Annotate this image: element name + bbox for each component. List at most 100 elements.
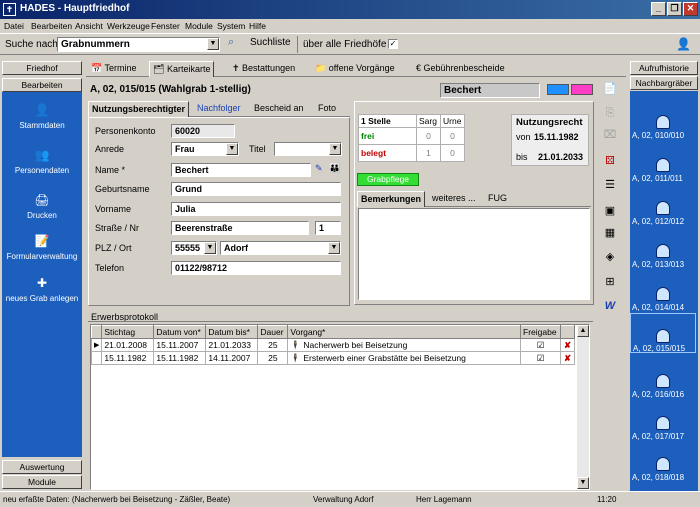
subtab-bescheid-an[interactable]: Bescheid an [251,101,307,117]
delete-row-icon[interactable]: ✘ [560,351,575,365]
table-row[interactable]: 15.11.1982 15.11.1982 14.11.2007 25 🕴 Er… [90,351,575,365]
cell-vorgang[interactable]: 🕴 Ersterwerb einer Grabstätte bei Beiset… [287,351,521,365]
eraser-icon[interactable]: ◈ [600,248,620,266]
grid-scrollbar[interactable]: ▲ ▼ [577,325,589,489]
chevron-down-icon[interactable]: ▼ [204,242,216,254]
edit-name-icon[interactable]: ✎ [315,163,327,175]
name-field[interactable]: Bechert [171,163,311,177]
search-list-button[interactable]: ⌕ Suchliste [228,36,291,53]
subtab-nachfolger[interactable]: Nachfolger [194,101,244,117]
table-row[interactable]: ▶ 21.01.2008 15.11.2007 21.01.2033 25 🕴 … [90,338,575,352]
vorname-field[interactable]: Julia [171,202,341,216]
sidebar-header-friedhof[interactable]: Friedhof [2,61,82,75]
sidebar-header-aufrufhistorie[interactable]: Aufrufhistorie [630,61,698,75]
chevron-down-icon[interactable]: ▼ [329,143,341,155]
hausnr-field[interactable]: 1 [315,221,341,235]
all-cemeteries-checkbox[interactable]: ✓ [388,39,398,49]
neighbor-grave[interactable]: A, 02, 014/014 [630,287,696,312]
status-color-pink[interactable] [571,84,593,95]
neighbor-grave[interactable]: A, 02, 012/012 [630,201,696,226]
delete-row-icon[interactable]: ✘ [560,338,575,352]
tab-fug[interactable]: FUG [485,191,510,207]
col-stichtag[interactable]: Stichtag [101,325,155,339]
cell-datum-bis[interactable]: 21.01.2033 [205,338,259,352]
col-datum-von[interactable]: Datum von* [153,325,207,339]
col-vorgang[interactable]: Vorgang* [287,325,521,339]
neighbor-grave[interactable]: A, 02, 010/010 [630,115,696,140]
export-table-icon[interactable]: ⊞ [600,273,620,291]
col-dauer[interactable]: Dauer [257,325,289,339]
cell-vorgang[interactable]: 🕴 Nacherwerb bei Beisetzung [287,338,521,352]
cell-dauer[interactable]: 25 [257,338,289,352]
user-settings-icon[interactable]: 👤 [676,37,692,53]
tab-gebuehrenbescheide[interactable]: € Gebührenbescheide [413,61,508,77]
grabpflege-button[interactable]: Grabpflege [357,173,419,186]
family-icon[interactable]: 👪 [329,163,343,175]
subtab-foto[interactable]: Foto [315,101,339,117]
maximize-button[interactable]: ❐ [667,2,682,16]
neighbor-grave[interactable]: A, 02, 011/011 [630,158,696,183]
freigabe-checkbox[interactable]: ☑ [520,351,561,365]
subtab-nutzungsberechtigter[interactable]: Nutzungsberechtigter [88,101,190,117]
menu-bearbeiten[interactable]: Bearbeiten [31,21,72,31]
neighbor-grave-selected[interactable]: A, 02, 015/015 [630,313,696,353]
sidebar-header-bearbeiten[interactable]: Bearbeiten [2,78,82,92]
sidebar-item-drucken[interactable]: 🖨 Drucken [2,192,82,220]
scroll-down-icon[interactable]: ▼ [577,477,589,489]
tab-weiteres[interactable]: weiteres ... [429,191,479,207]
col-freigabe[interactable]: Freigabe [520,325,561,339]
cell-datum-von[interactable]: 15.11.2007 [153,338,207,352]
freigabe-checkbox[interactable]: ☑ [520,338,561,352]
cell-stichtag[interactable]: 15.11.1982 [101,351,155,365]
scroll-up-icon[interactable]: ▲ [577,325,589,337]
cell-stichtag[interactable]: 21.01.2008 [101,338,155,352]
sidebar-header-auswertung[interactable]: Auswertung [2,460,82,474]
map-icon[interactable]: ▦ [600,224,620,242]
chevron-down-icon[interactable]: ▼ [226,143,238,155]
chevron-down-icon[interactable]: ▼ [328,242,340,254]
menu-ansicht[interactable]: Ansicht [75,21,103,31]
menu-module[interactable]: Module [185,21,213,31]
sidebar-item-stammdaten[interactable]: 👤 Stammdaten [2,102,82,130]
menu-werkzeuge[interactable]: Werkzeuge [107,21,150,31]
menu-datei[interactable]: Datei [4,21,24,31]
dice-icon[interactable]: ⚄ [600,152,620,170]
chevron-down-icon[interactable]: ▼ [207,38,219,50]
sidebar-item-personendaten[interactable]: 👥 Personendaten [2,147,82,175]
cell-dauer[interactable]: 25 [257,351,289,365]
tab-bestattungen[interactable]: ✝ Bestattungen [229,61,298,77]
minimize-button[interactable]: _ [651,2,666,16]
status-color-blue[interactable] [547,84,569,95]
new-document-icon[interactable]: 📄 [600,80,620,98]
sidebar-header-nachbargraeber[interactable]: Nachbargräber [630,76,698,90]
sidebar-item-formularverwaltung[interactable]: 📝 Formularverwaltung [2,233,82,261]
neighbor-grave[interactable]: A, 02, 016/016 [630,374,696,399]
search-type-select[interactable]: Grabnummern ▼ [57,37,220,52]
menu-system[interactable]: System [217,21,245,31]
neighbor-grave[interactable]: A, 02, 017/017 [630,416,696,441]
geburtsname-field[interactable]: Grund [171,182,341,196]
tab-bemerkungen[interactable]: Bemerkungen [357,191,426,207]
plz-select[interactable]: 55555 ▼ [171,241,217,255]
close-button[interactable]: ✕ [683,2,698,16]
list-icon[interactable]: ☰ [600,176,620,194]
word-icon[interactable]: W [600,297,620,315]
sidebar-header-module[interactable]: Module [2,475,82,489]
cell-datum-von[interactable]: 15.11.1982 [153,351,207,365]
strasse-field[interactable]: Beerenstraße [171,221,309,235]
neighbor-grave[interactable]: A, 02, 018/018 [630,457,696,482]
cell-datum-bis[interactable]: 14.11.2007 [205,351,259,365]
ort-select[interactable]: Adorf ▼ [220,241,341,255]
menu-hilfe[interactable]: Hilfe [249,21,266,31]
bemerkungen-textarea[interactable] [358,208,590,300]
telefon-field[interactable]: 01122/98712 [171,261,341,275]
tab-karteikarte[interactable]: 🗂 Karteikarte [149,61,215,77]
col-datum-bis[interactable]: Datum bis* [205,325,259,339]
sidebar-item-neues-grab[interactable]: ✚ neues Grab anlegen [2,275,82,303]
menu-fenster[interactable]: Fenster [151,21,180,31]
titel-select[interactable]: ▼ [274,142,342,156]
tab-termine[interactable]: 📅 Termine [88,61,140,77]
neighbor-grave[interactable]: A, 02, 013/013 [630,244,696,269]
tab-offene-vorgaenge[interactable]: 📁 offene Vorgänge [312,61,398,77]
window-icon[interactable]: ▣ [600,202,620,220]
